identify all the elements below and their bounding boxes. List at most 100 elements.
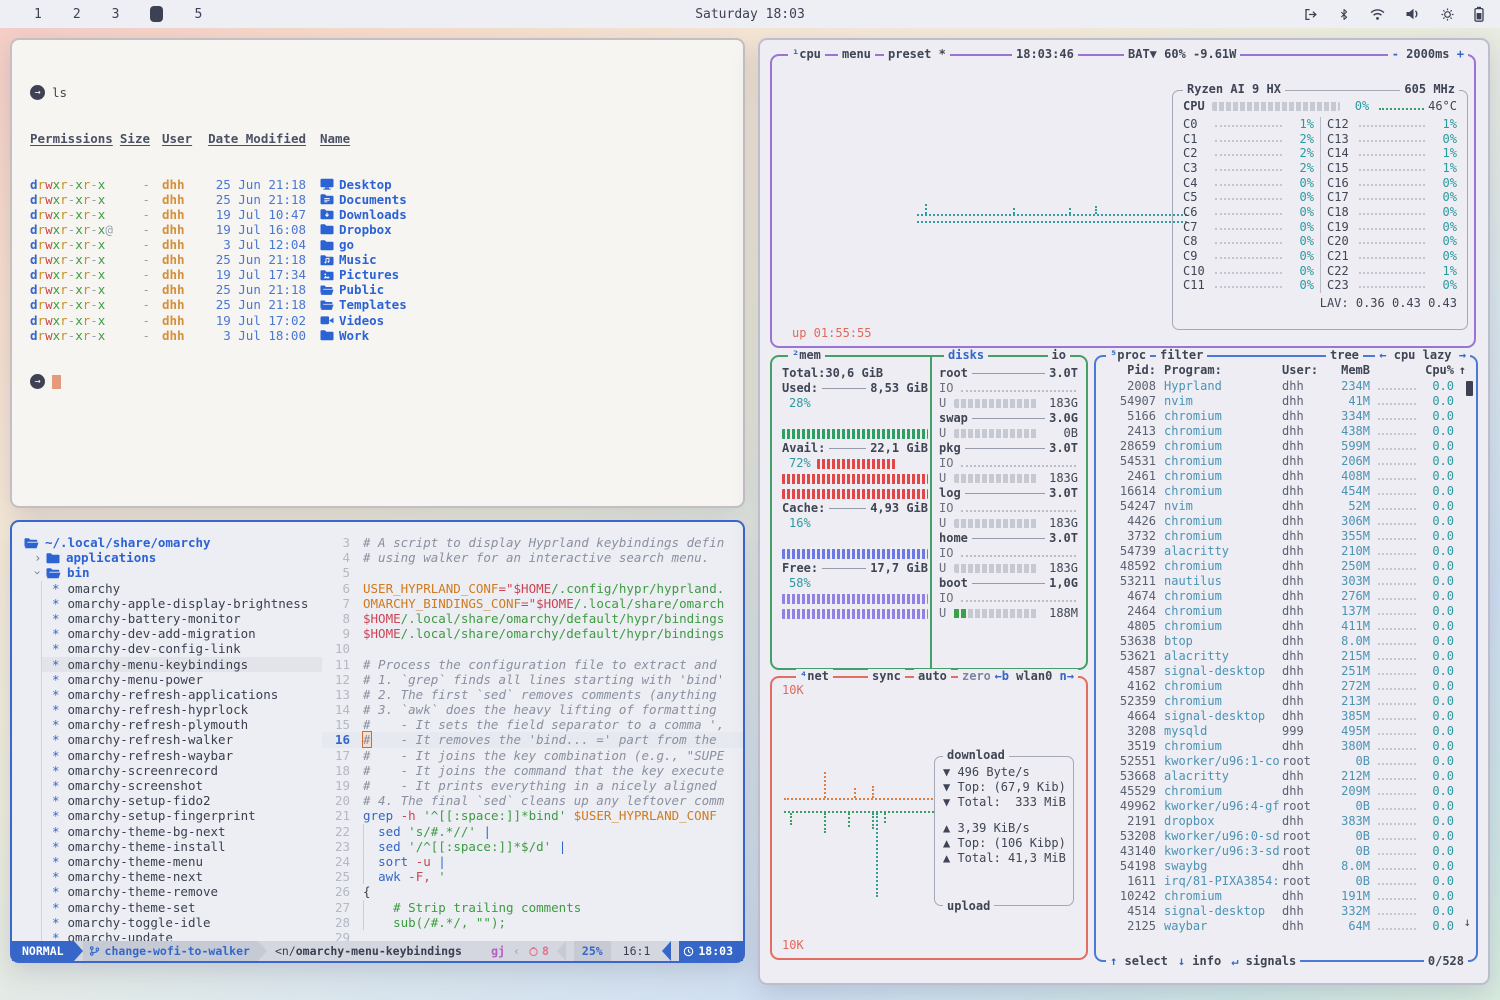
proc-mem-graph — [1378, 486, 1416, 495]
proc-row[interactable]: 54198swaybgdhh8.0M0.0 — [1104, 859, 1466, 874]
proc-row[interactable]: 54907nvimdhh41M0.0 — [1104, 394, 1466, 409]
tree-file-omarchy[interactable]: *omarchy — [42, 581, 322, 596]
tree-file-omarchy-refresh-walker[interactable]: *omarchy-refresh-walker — [42, 732, 322, 747]
tree-file-omarchy-theme-remove[interactable]: *omarchy-theme-remove — [42, 884, 322, 899]
file-date: 3 Jul 12:04 — [208, 237, 306, 252]
proc-mem: 306M — [1326, 514, 1370, 529]
used-label: U — [939, 396, 946, 411]
tree-file-omarchy-menu-power[interactable]: *omarchy-menu-power — [42, 672, 322, 687]
battery-icon[interactable] — [1474, 6, 1484, 22]
net-zero-button[interactable]: zero — [958, 669, 995, 684]
proc-row[interactable]: 54247nvimdhh52M0.0 — [1104, 499, 1466, 514]
tree-file-omarchy-refresh-waybar[interactable]: *omarchy-refresh-waybar — [42, 748, 322, 763]
net-interface[interactable]: ←b wlan0 n→ — [990, 669, 1078, 684]
tree-root-item[interactable]: ~/.local/share/omarchy — [12, 535, 322, 550]
tree-file-omarchy-setup-fingerprint[interactable]: *omarchy-setup-fingerprint — [42, 808, 322, 823]
proc-row[interactable]: 4587signal-desktopdhh251M0.0 — [1104, 664, 1466, 679]
tree-file-omarchy-screenrecord[interactable]: *omarchy-screenrecord — [42, 763, 322, 778]
tree-file-omarchy-apple-display-brightness[interactable]: *omarchy-apple-display-brightness — [42, 596, 322, 611]
tree-file-omarchy-dev-config-link[interactable]: *omarchy-dev-config-link — [42, 641, 322, 656]
sort-selector[interactable]: ← cpu lazy → — [1375, 348, 1470, 363]
terminal-body[interactable]: →ls Permissions Size User Date Modified … — [12, 40, 743, 506]
filter-button[interactable]: filter — [1156, 348, 1207, 363]
proc-row[interactable]: 4514signal-desktopdhh332M0.0 — [1104, 904, 1466, 919]
proc-row[interactable]: 53621alacrittydhh215M0.0 — [1104, 649, 1466, 664]
code-editor[interactable]: 3# A script to display Hyprland keybindi… — [322, 535, 743, 941]
volume-icon[interactable] — [1405, 7, 1421, 21]
tree-file-omarchy-refresh-plymouth[interactable]: *omarchy-refresh-plymouth — [42, 717, 322, 732]
tree-file-omarchy-refresh-applications[interactable]: *omarchy-refresh-applications — [42, 687, 322, 702]
proc-row[interactable]: 2125waybardhh64M0.0 — [1104, 919, 1466, 934]
proc-row[interactable]: 2413chromiumdhh438M0.0 — [1104, 424, 1466, 439]
proc-row[interactable]: 16614chromiumdhh454M0.0 — [1104, 484, 1466, 499]
proc-row[interactable]: 2461chromiumdhh408M0.0 — [1104, 469, 1466, 484]
proc-panel-title[interactable]: ⁵proc — [1106, 348, 1150, 363]
proc-row[interactable]: 52551kworker/u96:1-coroot0B0.0 — [1104, 754, 1466, 769]
scroll-down-icon[interactable]: ↓ — [1464, 915, 1471, 930]
proc-row[interactable]: 28659chromiumdhh599M0.0 — [1104, 439, 1466, 454]
proc-row[interactable]: 54739alacrittydhh210M0.0 — [1104, 544, 1466, 559]
net-panel-title[interactable]: ⁴net — [796, 669, 833, 684]
code-line: 19# - It prints everything in a nicely a… — [322, 778, 743, 793]
proc-row[interactable]: 3519chromiumdhh380M0.0 — [1104, 739, 1466, 754]
proc-row[interactable]: 4674chromiumdhh276M0.0 — [1104, 589, 1466, 604]
proc-row[interactable]: 3208mysqld999495M0.0 — [1104, 724, 1466, 739]
wifi-icon[interactable] — [1369, 7, 1386, 21]
bluetooth-icon[interactable] — [1338, 7, 1350, 22]
proc-row[interactable]: 53668alacrittydhh212M0.0 — [1104, 769, 1466, 784]
proc-row[interactable]: 4426chromiumdhh306M0.0 — [1104, 514, 1466, 529]
updates-icon[interactable] — [1440, 7, 1455, 22]
proc-scrollbar[interactable] — [1466, 381, 1473, 396]
proc-row[interactable]: 10242chromiumdhh191M0.0 — [1104, 889, 1466, 904]
update-interval[interactable]: - 2000ms + — [1388, 47, 1468, 62]
proc-row[interactable]: 54531chromiumdhh206M0.0 — [1104, 454, 1466, 469]
proc-row[interactable]: 53211nautilusdhh303M0.0 — [1104, 574, 1466, 589]
line-number: 19 — [322, 778, 350, 793]
tree-file-omarchy-theme-install[interactable]: *omarchy-theme-install — [42, 839, 322, 854]
proc-row[interactable]: 48592chromiumdhh250M0.0 — [1104, 559, 1466, 574]
proc-mem: 454M — [1326, 484, 1370, 499]
tree-file-omarchy-toggle-idle[interactable]: *omarchy-toggle-idle — [42, 915, 322, 930]
tree-dir-applications[interactable]: ›applications — [12, 550, 322, 565]
proc-row[interactable]: 4664signal-desktopdhh385M0.0 — [1104, 709, 1466, 724]
net-auto-button[interactable]: auto — [914, 669, 951, 684]
tree-file-omarchy-screenshot[interactable]: *omarchy-screenshot — [42, 778, 322, 793]
tree-file-label: omarchy-refresh-applications — [68, 687, 279, 702]
tree-file-omarchy-dev-add-migration[interactable]: *omarchy-dev-add-migration — [42, 626, 322, 641]
proc-mem-graph — [1378, 471, 1416, 480]
proc-row[interactable]: 2008Hyprlanddhh234M0.0 — [1104, 379, 1466, 394]
tree-file-omarchy-setup-fido2[interactable]: *omarchy-setup-fido2 — [42, 793, 322, 808]
proc-row[interactable]: 45529chromiumdhh209M0.0 — [1104, 784, 1466, 799]
proc-row[interactable]: 5166chromiumdhh334M0.0 — [1104, 409, 1466, 424]
tree-file-omarchy-update[interactable]: *omarchy-update — [42, 930, 322, 941]
preset-button[interactable]: preset * — [884, 47, 950, 62]
tree-file-omarchy-theme-menu[interactable]: *omarchy-theme-menu — [42, 854, 322, 869]
proc-row[interactable]: 52359chromiumdhh213M0.0 — [1104, 694, 1466, 709]
tree-file-omarchy-theme-next[interactable]: *omarchy-theme-next — [42, 869, 322, 884]
tree-file-omarchy-theme-set[interactable]: *omarchy-theme-set — [42, 900, 322, 915]
proc-row[interactable]: 2191dropboxdhh383M0.0 — [1104, 814, 1466, 829]
proc-row[interactable]: 4805chromiumdhh411M0.0 — [1104, 619, 1466, 634]
tree-file-omarchy-theme-bg-next[interactable]: *omarchy-theme-bg-next — [42, 824, 322, 839]
menu-button[interactable]: menu — [838, 47, 875, 62]
tree-button[interactable]: tree — [1326, 348, 1363, 363]
proc-row[interactable]: 53638btopdhh8.0M0.0 — [1104, 634, 1466, 649]
cpu-panel-title[interactable]: ¹cpu — [788, 47, 825, 62]
proc-row[interactable]: 53208kworker/u96:0-sdroot0B0.0 — [1104, 829, 1466, 844]
tree-file-omarchy-refresh-hyprlock[interactable]: *omarchy-refresh-hyprlock — [42, 702, 322, 717]
tree-file-omarchy-battery-monitor[interactable]: *omarchy-battery-monitor — [42, 611, 322, 626]
tree-file-omarchy-menu-keybindings[interactable]: *omarchy-menu-keybindings — [42, 657, 322, 672]
logout-icon[interactable] — [1302, 7, 1319, 22]
proc-row[interactable]: 2464chromiumdhh137M0.0 — [1104, 604, 1466, 619]
mem-panel-title[interactable]: ²mem — [788, 348, 825, 363]
tree-file-label: omarchy-battery-monitor — [68, 611, 241, 626]
proc-row[interactable]: 4162chromiumdhh272M0.0 — [1104, 679, 1466, 694]
proc-row[interactable]: 43140kworker/u96:3-sdroot0B0.0 — [1104, 844, 1466, 859]
powerline-separator — [74, 941, 83, 961]
net-sync-button[interactable]: sync — [868, 669, 905, 684]
proc-row[interactable]: 1611irq/81-PIXA3854:root0B0.0 — [1104, 874, 1466, 889]
file-name: Pictures — [339, 267, 399, 282]
tree-dir-bin[interactable]: ›bin — [12, 565, 322, 580]
proc-row[interactable]: 3732chromiumdhh355M0.0 — [1104, 529, 1466, 544]
proc-row[interactable]: 49962kworker/u96:4-gfroot0B0.0 — [1104, 799, 1466, 814]
